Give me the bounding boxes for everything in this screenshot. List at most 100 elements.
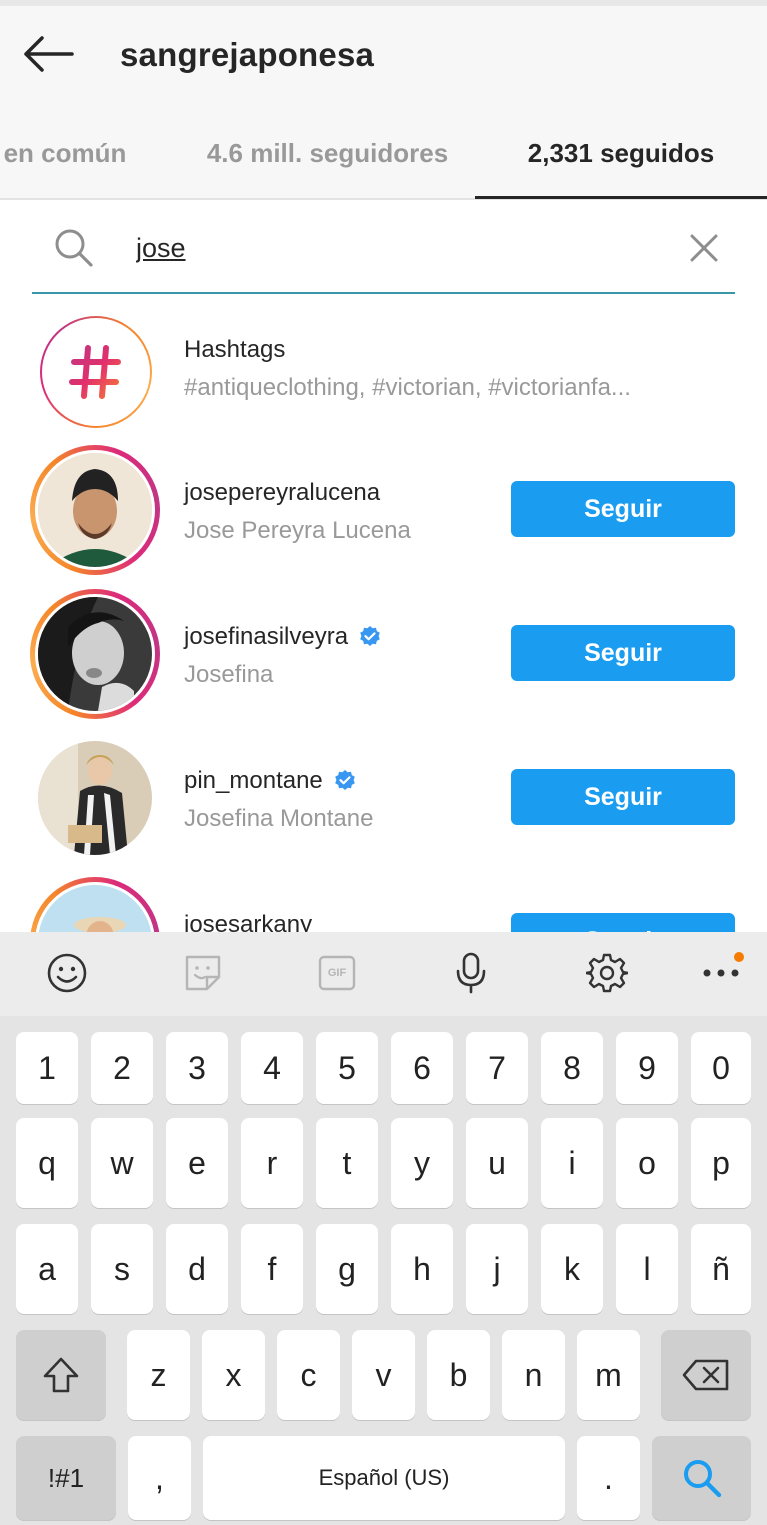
key-u[interactable]: u bbox=[466, 1118, 528, 1208]
profile-photo bbox=[38, 453, 152, 567]
follow-button[interactable]: Seguir bbox=[511, 625, 735, 681]
key-4[interactable]: 4 bbox=[241, 1032, 303, 1104]
key-i[interactable]: i bbox=[541, 1118, 603, 1208]
key-k[interactable]: k bbox=[541, 1224, 603, 1314]
key-s[interactable]: s bbox=[91, 1224, 153, 1314]
key-d[interactable]: d bbox=[166, 1224, 228, 1314]
full-name: Josefina bbox=[184, 661, 274, 688]
clear-search-button[interactable] bbox=[682, 226, 726, 270]
full-name: Jose Pereyra Lucena bbox=[184, 517, 411, 544]
tab-seguidos[interactable]: 2,331 seguidos bbox=[475, 108, 767, 198]
header: sangrejaponesa en común 4.6 mill. seguid… bbox=[0, 0, 767, 200]
space-key[interactable]: Español (US) bbox=[203, 1436, 565, 1520]
back-arrow-icon bbox=[24, 36, 74, 72]
hashtags-list: #antiqueclothing, #victorian, #victorian… bbox=[184, 374, 631, 401]
key-q[interactable]: q bbox=[16, 1118, 78, 1208]
key-n-tilde[interactable]: ñ bbox=[691, 1224, 751, 1314]
page-title: sangrejaponesa bbox=[120, 36, 375, 73]
avatar[interactable] bbox=[30, 445, 160, 575]
follow-button[interactable]: Seguir bbox=[511, 913, 735, 932]
profile-photo bbox=[38, 885, 152, 932]
settings-icon[interactable] bbox=[584, 950, 630, 996]
key-8[interactable]: 8 bbox=[541, 1032, 603, 1104]
key-9[interactable]: 9 bbox=[616, 1032, 678, 1104]
search-results: Hashtags #antiqueclothing, #victorian, #… bbox=[0, 300, 767, 932]
shift-icon bbox=[43, 1357, 79, 1393]
username: josefinasilveyra bbox=[184, 623, 382, 651]
smiley-icon[interactable] bbox=[44, 950, 90, 996]
profile-photo bbox=[38, 597, 152, 711]
hashtags-title: Hashtags bbox=[184, 336, 286, 363]
key-0[interactable]: 0 bbox=[691, 1032, 751, 1104]
search-icon bbox=[683, 1460, 721, 1498]
back-button[interactable] bbox=[18, 28, 78, 80]
search-icon bbox=[52, 226, 96, 270]
key-g[interactable]: g bbox=[316, 1224, 378, 1314]
key-w[interactable]: w bbox=[91, 1118, 153, 1208]
key-o[interactable]: o bbox=[616, 1118, 678, 1208]
list-item[interactable]: josesarkany Seguir bbox=[0, 877, 767, 932]
profile-photo bbox=[38, 741, 152, 855]
shift-key[interactable] bbox=[16, 1330, 106, 1420]
active-tab-indicator bbox=[475, 196, 767, 199]
key-b[interactable]: b bbox=[427, 1330, 490, 1420]
tab-seguidores[interactable]: 4.6 mill. seguidores bbox=[180, 108, 475, 198]
gif-icon[interactable]: GIF bbox=[314, 950, 360, 996]
list-item[interactable]: josefinasilveyra Josefina Seguir bbox=[0, 589, 767, 729]
status-strip bbox=[0, 0, 767, 6]
key-2[interactable]: 2 bbox=[91, 1032, 153, 1104]
key-1[interactable]: 1 bbox=[16, 1032, 78, 1104]
username: pin_montane bbox=[184, 767, 357, 795]
key-a[interactable]: a bbox=[16, 1224, 78, 1314]
username: josepereyralucena bbox=[184, 479, 381, 506]
list-item[interactable]: josepereyralucena Jose Pereyra Lucena Se… bbox=[0, 445, 767, 585]
search-key[interactable] bbox=[652, 1436, 751, 1520]
key-z[interactable]: z bbox=[127, 1330, 190, 1420]
symbols-key[interactable]: !#1 bbox=[16, 1436, 116, 1520]
gif-label: GIF bbox=[327, 967, 347, 979]
backspace-icon bbox=[682, 1359, 729, 1391]
key-f[interactable]: f bbox=[241, 1224, 303, 1314]
verified-badge-icon bbox=[360, 626, 380, 646]
key-t[interactable]: t bbox=[316, 1118, 378, 1208]
key-j[interactable]: j bbox=[466, 1224, 528, 1314]
key-e[interactable]: e bbox=[166, 1118, 228, 1208]
avatar[interactable] bbox=[30, 733, 160, 863]
username-text: pin_montane bbox=[184, 767, 323, 794]
key-y[interactable]: y bbox=[391, 1118, 453, 1208]
hashtags-row[interactable]: Hashtags #antiqueclothing, #victorian, #… bbox=[0, 306, 767, 446]
key-7[interactable]: 7 bbox=[466, 1032, 528, 1104]
username: josesarkany bbox=[184, 911, 313, 932]
key-p[interactable]: p bbox=[691, 1118, 751, 1208]
hashtag-avatar bbox=[40, 316, 152, 428]
avatar[interactable] bbox=[30, 877, 160, 932]
tab-en-comun[interactable]: en común bbox=[0, 108, 170, 198]
key-3[interactable]: 3 bbox=[166, 1032, 228, 1104]
key-v[interactable]: v bbox=[352, 1330, 415, 1420]
period-key[interactable]: . bbox=[577, 1436, 640, 1520]
comma-key[interactable]: , bbox=[128, 1436, 191, 1520]
key-h[interactable]: h bbox=[391, 1224, 453, 1314]
avatar[interactable] bbox=[30, 589, 160, 719]
backspace-key[interactable] bbox=[661, 1330, 751, 1420]
close-icon bbox=[690, 234, 718, 262]
key-m[interactable]: m bbox=[577, 1330, 640, 1420]
follow-button[interactable]: Seguir bbox=[511, 481, 735, 537]
key-l[interactable]: l bbox=[616, 1224, 678, 1314]
microphone-icon[interactable] bbox=[448, 950, 494, 996]
key-x[interactable]: x bbox=[202, 1330, 265, 1420]
verified-badge-icon bbox=[334, 770, 355, 790]
key-c[interactable]: c bbox=[277, 1330, 340, 1420]
search-bar bbox=[32, 212, 735, 294]
search-input[interactable] bbox=[136, 228, 656, 268]
list-item[interactable]: pin_montane Josefina Montane Seguir bbox=[0, 733, 767, 873]
sticker-icon[interactable] bbox=[180, 950, 226, 996]
keyboard-toolbar: GIF bbox=[0, 932, 767, 1016]
notification-dot bbox=[734, 952, 744, 962]
key-5[interactable]: 5 bbox=[316, 1032, 378, 1104]
key-r[interactable]: r bbox=[241, 1118, 303, 1208]
key-n[interactable]: n bbox=[502, 1330, 565, 1420]
key-6[interactable]: 6 bbox=[391, 1032, 453, 1104]
follow-button[interactable]: Seguir bbox=[511, 769, 735, 825]
username-text: josefinasilveyra bbox=[184, 623, 349, 650]
